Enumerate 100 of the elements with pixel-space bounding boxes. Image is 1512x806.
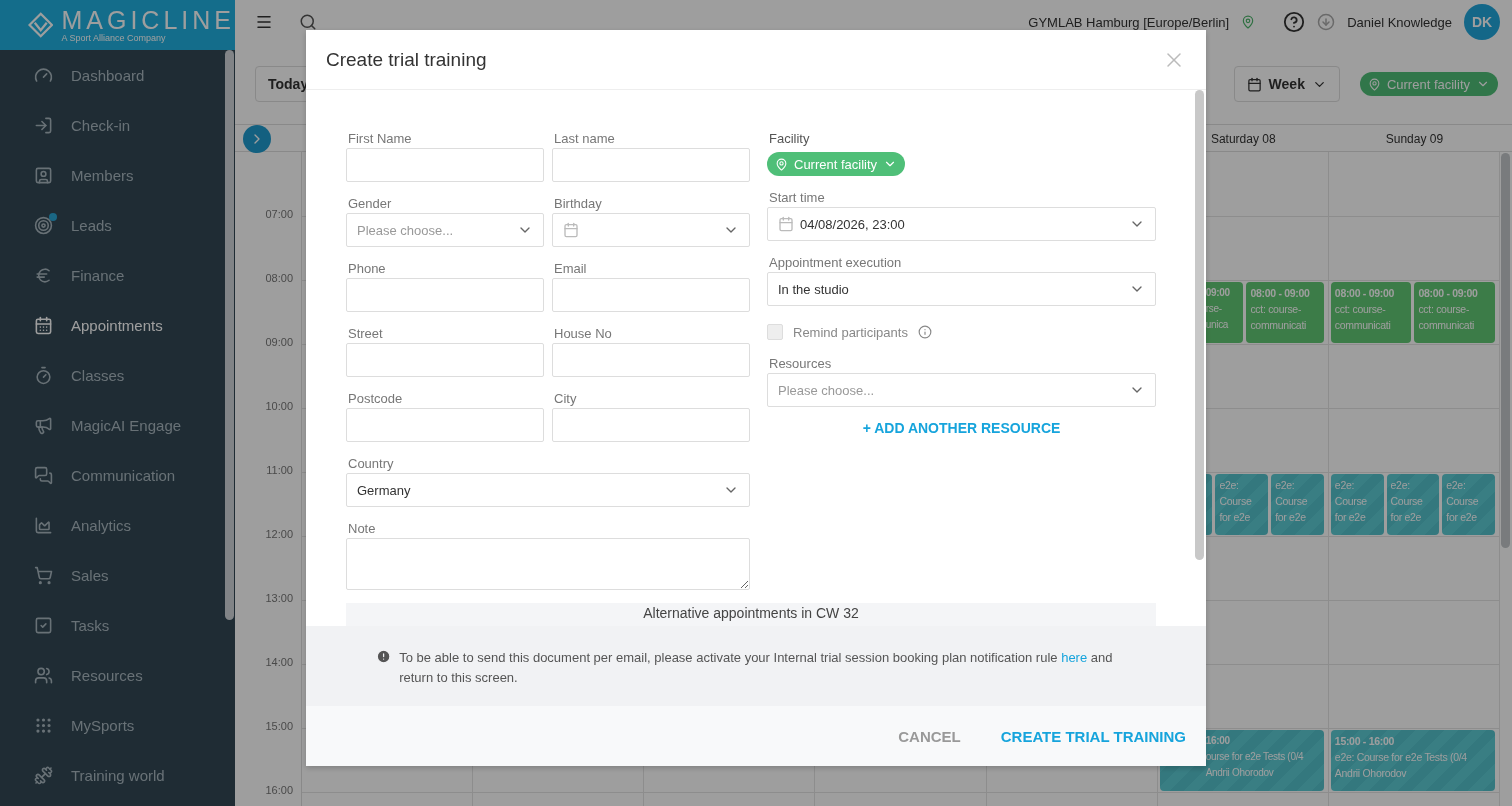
checkbox-label: Remind participants — [793, 324, 908, 340]
map-pin-icon — [775, 157, 788, 171]
people-icon — [34, 665, 53, 685]
calendar-icon — [563, 222, 579, 238]
select-field[interactable]: Please choose... — [767, 373, 1156, 407]
facility-selector[interactable]: Current facility — [767, 152, 906, 176]
facility-name[interactable]: GYMLAB Hamburg [Europe/Berlin] — [1028, 14, 1230, 30]
download-icon[interactable] — [1317, 13, 1336, 31]
brand-tagline: A Sport Alliance Company — [61, 33, 167, 43]
select-field[interactable]: In the studio — [767, 272, 1156, 306]
scrollbar-thumb[interactable] — [225, 50, 234, 620]
field-label: Last name — [553, 130, 616, 148]
day-header: Sunday 09 — [1385, 132, 1444, 146]
calendar-icon — [1246, 76, 1262, 92]
field-label: Note — [347, 520, 377, 538]
gauge-icon — [34, 65, 53, 85]
alert-icon — [376, 648, 392, 665]
text-input[interactable] — [552, 278, 750, 312]
hour-label: 09:00 — [265, 336, 293, 348]
field-label: Country — [347, 455, 395, 473]
class-event[interactable]: 08:00 - 09:00 cct: course- communicati — [1246, 282, 1324, 343]
hour-label: 11:00 — [266, 464, 293, 476]
course-event[interactable]: e2e: Course for e2e — [1215, 474, 1269, 535]
euro-icon — [34, 265, 53, 285]
calendar-icon — [34, 315, 53, 335]
text-input[interactable] — [346, 148, 544, 182]
dialog-title: Create trial training — [326, 48, 487, 71]
text-input[interactable] — [552, 148, 750, 182]
facility-filter[interactable]: Current facility — [1359, 72, 1498, 96]
field-label: Resources — [768, 355, 833, 373]
search-icon[interactable] — [299, 13, 317, 31]
brand-name: MAGICLINE — [61, 7, 235, 33]
field-label: First Name — [347, 130, 413, 148]
calendar-slot[interactable] — [1328, 536, 1500, 600]
cancel-button[interactable]: CANCEL — [898, 727, 961, 745]
map-pin-icon — [1241, 15, 1256, 29]
select-field[interactable]: Germany — [346, 473, 750, 507]
calendar-slot[interactable] — [1328, 344, 1500, 408]
dot-grid-icon — [34, 715, 53, 735]
date-field[interactable]: 04/08/2026, 23:00 — [767, 207, 1156, 241]
target-icon — [34, 215, 53, 235]
text-input[interactable] — [346, 278, 544, 312]
calendar-slot[interactable]: e2e: Course for e2e e2e: Course for e2e e2e: Course for e2e — [1328, 472, 1500, 536]
class-event[interactable]: 08:00 - 09:00 cct: course- communicati — [1330, 282, 1412, 343]
hour-label: 07:00 — [265, 208, 293, 220]
text-input[interactable] — [552, 408, 750, 442]
info-icon — [917, 325, 932, 339]
chat-bubbles-icon — [34, 465, 53, 485]
sidebar-item[interactable]: Resources — [0, 650, 235, 700]
calendar-slot[interactable] — [1328, 408, 1500, 472]
course-event[interactable]: e2e: Course for e2e — [1386, 474, 1440, 535]
field-label: Phone — [347, 260, 387, 278]
user-avatar[interactable]: DK — [1464, 4, 1500, 40]
hour-label: 15:00 — [265, 720, 293, 732]
help-icon[interactable] — [1283, 11, 1306, 33]
class-event[interactable]: 08:00 - 09:00 cct: course- communicati — [1414, 282, 1495, 343]
field-label: Gender — [347, 195, 393, 213]
course-event[interactable]: e2e: Course for e2e — [1442, 474, 1495, 535]
login-icon — [34, 115, 53, 135]
day-header: Saturday 08 — [1210, 132, 1276, 146]
hour-label: 08:00 — [265, 272, 293, 284]
sidebar-item[interactable]: MySports — [0, 700, 235, 750]
add-resource-link[interactable]: + ADD ANOTHER RESOURCE — [767, 420, 1156, 436]
field-label: Email — [553, 260, 588, 278]
field-label: Start time — [768, 189, 826, 207]
date-field[interactable] — [552, 213, 750, 247]
field-label: Facility — [768, 131, 810, 146]
hour-label: 12:00 — [265, 528, 293, 540]
megaphone-icon — [34, 415, 53, 435]
calendar-slot[interactable]: 08:00 - 09:00 cct: course- communicati 08:00 - 09:00 cct: course- communicati — [1328, 280, 1500, 344]
hour-label: 13:00 — [265, 592, 293, 604]
note-field[interactable] — [346, 538, 750, 590]
area-chart-icon — [34, 515, 53, 535]
field-label: City — [553, 390, 578, 408]
scrollbar-thumb[interactable] — [1501, 153, 1510, 548]
calendar-slot[interactable] — [1328, 216, 1500, 280]
scrollbar-thumb[interactable] — [1195, 90, 1204, 560]
checkbox-icon — [34, 615, 53, 635]
hour-label: 14:00 — [265, 656, 293, 668]
menu-icon[interactable] — [255, 13, 273, 31]
view-dropdown[interactable]: Week — [1233, 66, 1340, 102]
text-input[interactable] — [552, 343, 750, 377]
text-input[interactable] — [346, 343, 544, 377]
cart-icon — [34, 565, 53, 585]
stopwatch-icon — [34, 365, 53, 385]
hour-label: 16:00 — [265, 784, 293, 796]
field-label: Appointment execution — [768, 254, 903, 272]
map-pin-icon — [1367, 77, 1381, 91]
contact-card-icon — [34, 165, 53, 185]
here-link[interactable]: here — [1061, 650, 1088, 665]
field-label: House No — [553, 325, 613, 343]
text-input[interactable] — [346, 408, 544, 442]
course-event[interactable]: e2e: Course for e2e — [1271, 474, 1324, 535]
select-field[interactable]: Please choose... — [346, 213, 544, 247]
calendar-icon — [778, 216, 794, 232]
expand-button[interactable] — [242, 125, 271, 153]
user-name[interactable]: Daniel Knowledge — [1347, 14, 1452, 30]
course-event[interactable]: e2e: Course for e2e — [1330, 474, 1384, 535]
dumbbell-icon — [34, 765, 53, 785]
sidebar-item[interactable]: Training world — [0, 750, 235, 800]
